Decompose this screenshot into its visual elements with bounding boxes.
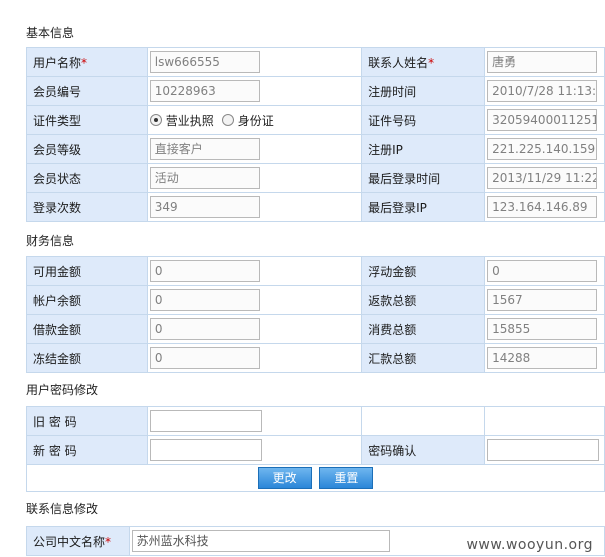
last-login-time-label: 最后登录时间 bbox=[361, 163, 486, 193]
section-title-basic: 基本信息 bbox=[26, 26, 75, 40]
cert-no-field[interactable]: 320594000112517 bbox=[487, 109, 598, 131]
rebate-total-field[interactable]: 1567 bbox=[487, 289, 598, 311]
section-title-finance: 财务信息 bbox=[26, 234, 75, 248]
section-title-contact: 联系信息修改 bbox=[26, 502, 99, 516]
frozen-amount-field[interactable]: 0 bbox=[149, 347, 260, 369]
loan-amount-field[interactable]: 0 bbox=[149, 318, 260, 340]
change-password-button[interactable]: 更改 bbox=[257, 467, 312, 489]
new-password-label: 新 密 码 bbox=[26, 435, 148, 465]
new-password-input[interactable] bbox=[149, 439, 262, 461]
cert-type-id-card-radio[interactable] bbox=[221, 114, 234, 126]
remit-total-label: 汇款总额 bbox=[361, 343, 486, 373]
company-name-label: 公司中文名称* bbox=[26, 526, 130, 556]
company-name-input[interactable]: 苏州蓝水科技 bbox=[131, 530, 390, 552]
register-ip-field[interactable]: 221.225.140.159 bbox=[487, 138, 598, 160]
old-password-input[interactable] bbox=[149, 410, 262, 432]
basic-info-table: 用户名称* lsw666555 联系人姓名* 唐勇 会员编号 10228963 … bbox=[26, 47, 605, 222]
old-password-label: 旧 密 码 bbox=[26, 406, 148, 436]
remit-total-field[interactable]: 14288 bbox=[487, 347, 598, 369]
consume-total-label: 消费总额 bbox=[361, 314, 486, 344]
contact-name-field[interactable]: 唐勇 bbox=[487, 51, 598, 73]
member-level-field[interactable]: 直接客户 bbox=[149, 138, 260, 160]
cert-option-business-license: 营业执照 bbox=[165, 113, 214, 128]
last-login-ip-label: 最后登录IP bbox=[361, 192, 486, 222]
member-no-field[interactable]: 10228963 bbox=[149, 80, 260, 102]
username-field[interactable]: lsw666555 bbox=[149, 51, 260, 73]
confirm-password-label: 密码确认 bbox=[361, 435, 486, 465]
frozen-amount-label: 冻结金额 bbox=[26, 343, 148, 373]
username-label: 用户名称* bbox=[26, 47, 148, 77]
contact-name-label: 联系人姓名* bbox=[361, 47, 486, 77]
login-count-label: 登录次数 bbox=[26, 192, 148, 222]
available-amount-field[interactable]: 0 bbox=[149, 260, 260, 282]
account-balance-label: 帐户余额 bbox=[26, 285, 148, 315]
floating-amount-field[interactable]: 0 bbox=[487, 260, 598, 282]
register-ip-label: 注册IP bbox=[361, 134, 486, 164]
last-login-ip-field[interactable]: 123.164.146.89 bbox=[487, 196, 598, 218]
rebate-total-label: 返款总额 bbox=[361, 285, 486, 315]
section-title-password: 用户密码修改 bbox=[26, 383, 99, 397]
cert-type-business-license-radio[interactable] bbox=[149, 114, 162, 126]
watermark: www.wooyun.org bbox=[466, 537, 593, 553]
account-balance-field[interactable]: 0 bbox=[149, 289, 260, 311]
confirm-password-input[interactable] bbox=[487, 439, 600, 461]
cert-type-label: 证件类型 bbox=[26, 105, 148, 135]
reset-button[interactable]: 重置 bbox=[319, 467, 374, 489]
cert-no-label: 证件号码 bbox=[361, 105, 486, 135]
member-no-label: 会员编号 bbox=[26, 76, 148, 106]
cert-option-id-card: 身份证 bbox=[237, 113, 274, 128]
login-count-field[interactable]: 349 bbox=[149, 196, 260, 218]
consume-total-field[interactable]: 15855 bbox=[487, 318, 598, 340]
member-status-label: 会员状态 bbox=[26, 163, 148, 193]
password-button-row: 更改 重置 bbox=[26, 464, 605, 492]
last-login-time-field[interactable]: 2013/11/29 11:22:50 bbox=[487, 167, 598, 189]
floating-amount-label: 浮动金额 bbox=[361, 256, 486, 286]
register-time-label: 注册时间 bbox=[361, 76, 486, 106]
cert-type-radio-group: 营业执照 身份证 bbox=[146, 105, 363, 135]
member-status-field[interactable]: 活动 bbox=[149, 167, 260, 189]
available-amount-label: 可用金额 bbox=[26, 256, 148, 286]
member-level-label: 会员等级 bbox=[26, 134, 148, 164]
loan-amount-label: 借款金额 bbox=[26, 314, 148, 344]
password-table: 旧 密 码 新 密 码 密码确认 更改 重置 bbox=[26, 406, 605, 492]
finance-info-table: 可用金额 0 浮动金额 0 帐户余额 0 返款总额 1567 借款金额 0 消费… bbox=[26, 256, 605, 373]
register-time-field[interactable]: 2010/7/28 11:13:03 bbox=[487, 80, 598, 102]
